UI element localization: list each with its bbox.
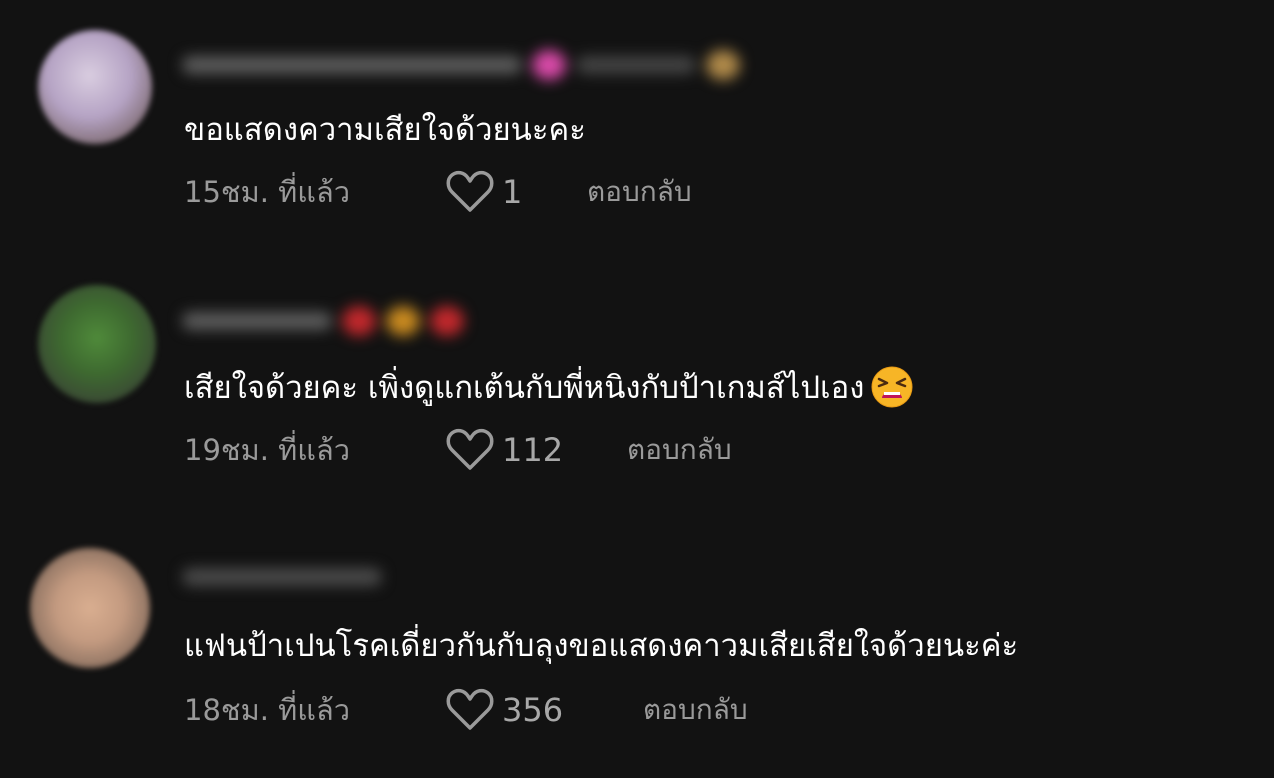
comment-time: 18ชม. ที่แล้ว [184,693,350,727]
comment-text: เสียใจด้วยคะ เพิ่งดูแกเต้นกับพี่หนิงกับป… [184,366,914,412]
avatar[interactable] [38,285,156,403]
comment-text-content: เสียใจด้วยคะ เพิ่งดูแกเต้นกับพี่หนิงกับป… [184,370,865,406]
comment-meta: 15ชม. ที่แล้ว 1 ตอบกลับ [184,170,692,214]
comment-text: ขอแสดงความเสียใจด้วยนะคะ [184,112,586,148]
comment-time: 15ชม. ที่แล้ว [184,175,350,209]
comments-list: ขอแสดงความเสียใจด้วยนะคะ 15ชม. ที่แล้ว 1… [0,0,1274,778]
like-button[interactable]: 1 [446,170,587,214]
tired-face-emoji-icon [871,366,913,407]
like-count: 356 [502,691,564,729]
like-count: 1 [502,173,523,211]
heart-icon [446,428,494,470]
comment-meta: 18ชม. ที่แล้ว 356 ตอบกลับ [184,688,748,732]
like-count: 112 [502,431,564,469]
reply-button[interactable]: ตอบกลับ [643,688,748,732]
comment-meta: 19ชม. ที่แล้ว 112 ตอบกลับ [184,428,732,472]
username-blurred[interactable] [182,48,740,82]
like-button[interactable]: 112 [446,428,627,472]
heart-icon [446,170,494,212]
username-blurred[interactable] [182,304,464,338]
like-button[interactable]: 356 [446,688,643,732]
username-blurred[interactable] [182,560,382,594]
heart-icon [446,688,494,730]
avatar[interactable] [30,548,150,668]
comment-time: 19ชม. ที่แล้ว [184,433,350,467]
reply-button[interactable]: ตอบกลับ [627,428,732,472]
comment-text: แฟนป้าเปนโรคเดี่ยวกันกับลุงขอแสดงคาวมเสี… [184,628,1019,664]
reply-button[interactable]: ตอบกลับ [587,170,692,214]
avatar[interactable] [38,30,152,144]
